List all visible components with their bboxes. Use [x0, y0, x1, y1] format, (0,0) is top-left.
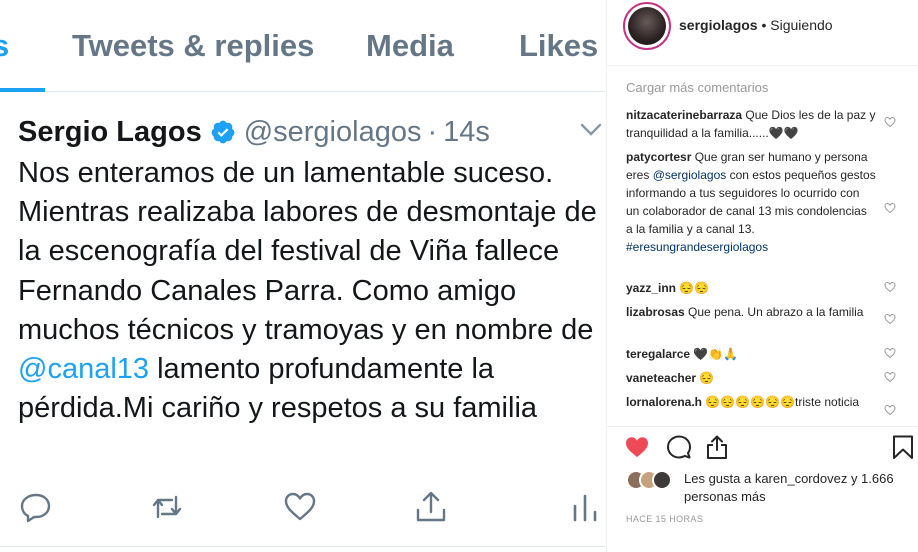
author-name[interactable]: Sergio Lagos — [18, 116, 202, 149]
likes-prefix: Les gusta a — [684, 471, 755, 486]
comment-hashtag[interactable]: #eresungrandesergiolagos — [626, 240, 768, 254]
tweet-text-part1: Nos enteramos de un lamentable suceso. M… — [18, 157, 597, 346]
comment-text: 😔 — [699, 371, 715, 385]
tweet-screenshot: s Tweets & replies Media Likes Sergio La… — [0, 0, 605, 552]
heart-filled-icon[interactable] — [624, 434, 650, 460]
heart-outline-icon[interactable] — [884, 202, 896, 214]
tweet-header: Sergio Lagos @sergiolagos · 14s — [18, 112, 490, 152]
comment-username[interactable]: patycortesr — [626, 150, 691, 164]
heart-outline-icon[interactable] — [884, 281, 896, 293]
liker-avatars[interactable] — [626, 470, 674, 492]
verified-icon — [211, 120, 235, 144]
comment-text: 😔😔 — [679, 281, 710, 295]
heart-outline-icon[interactable] — [884, 371, 896, 383]
bookmark-icon[interactable] — [890, 434, 916, 460]
separator-dot: · — [427, 115, 438, 148]
like-icon[interactable] — [283, 490, 317, 524]
comment-text: 😔😔😔😔😔😔triste noticia — [705, 395, 860, 409]
avatar[interactable] — [623, 2, 671, 50]
heart-outline-icon[interactable] — [884, 404, 896, 416]
comment-item: patycortesr Que gran ser humano y person… — [626, 148, 876, 256]
heart-outline-icon[interactable] — [884, 313, 896, 325]
comment-username[interactable]: vaneteacher — [626, 371, 696, 385]
reply-icon[interactable] — [19, 490, 53, 524]
retweet-icon[interactable] — [150, 490, 184, 524]
share-icon[interactable] — [414, 490, 448, 524]
avatar-image — [628, 7, 666, 45]
tab-media[interactable]: Media — [366, 28, 454, 64]
post-header: sergiolagos • Siguiendo — [607, 0, 918, 66]
comment-item: vaneteacher 😔 — [626, 369, 876, 387]
active-tab-indicator — [0, 88, 45, 92]
likes-user[interactable]: karen_cordovez — [755, 471, 848, 486]
comment-item: nitzacaterinebarraza Que Dios les de la … — [626, 106, 876, 142]
tweet-actions — [0, 490, 605, 530]
comment-username[interactable]: lizabrosas — [626, 305, 685, 319]
comment-item: lornalorena.h 😔😔😔😔😔😔triste noticia — [626, 393, 876, 411]
tweet-text: Nos enteramos de un lamentable suceso. M… — [18, 154, 605, 428]
heart-outline-icon[interactable] — [884, 116, 896, 128]
comment-icon[interactable] — [666, 434, 692, 460]
divider — [607, 426, 918, 427]
comment-mention[interactable]: @sergiolagos — [653, 168, 727, 182]
comment-item: yazz_inn 😔😔 — [626, 279, 876, 297]
tab-tweets-replies[interactable]: Tweets & replies — [72, 28, 314, 64]
likes-summary: Les gusta a karen_cordovez y 1.666 perso… — [684, 470, 904, 506]
tweet-timestamp[interactable]: 14s — [443, 116, 490, 149]
instagram-panel: sergiolagos • Siguiendo Cargar más comen… — [606, 0, 918, 552]
comment-username[interactable]: teregalarce — [626, 347, 690, 361]
share-icon[interactable] — [704, 434, 730, 460]
comment-text: 🖤👏🙏 — [693, 347, 739, 361]
comment-item: lizabrosas Que pena. Un abrazo a la fami… — [626, 303, 876, 321]
mention-link[interactable]: @canal13 — [18, 353, 149, 385]
tab-tweets[interactable]: s — [0, 28, 9, 64]
comment-item: teregalarce 🖤👏🙏 — [626, 345, 876, 363]
analytics-icon[interactable] — [568, 490, 602, 524]
avatar — [652, 470, 672, 490]
divider — [0, 546, 605, 547]
load-more-comments[interactable]: Cargar más comentarios — [626, 80, 768, 95]
profile-tabs: s Tweets & replies Media Likes — [0, 0, 605, 92]
header-user: sergiolagos • Siguiendo — [679, 17, 833, 33]
header-username[interactable]: sergiolagos — [679, 17, 758, 33]
comment-username[interactable]: lornalorena.h — [626, 395, 702, 409]
heart-outline-icon[interactable] — [884, 347, 896, 359]
comment-username[interactable]: nitzacaterinebarraza — [626, 108, 742, 122]
follow-status[interactable]: • Siguiendo — [761, 17, 832, 33]
tab-likes[interactable]: Likes — [519, 28, 598, 64]
chevron-down-icon[interactable] — [578, 120, 604, 140]
post-timestamp[interactable]: HACE 15 HORAS — [626, 514, 703, 524]
comment-text: Que pena. Un abrazo a la familia — [688, 305, 864, 319]
author-handle[interactable]: @sergiolagos — [244, 116, 422, 149]
comment-username[interactable]: yazz_inn — [626, 281, 676, 295]
